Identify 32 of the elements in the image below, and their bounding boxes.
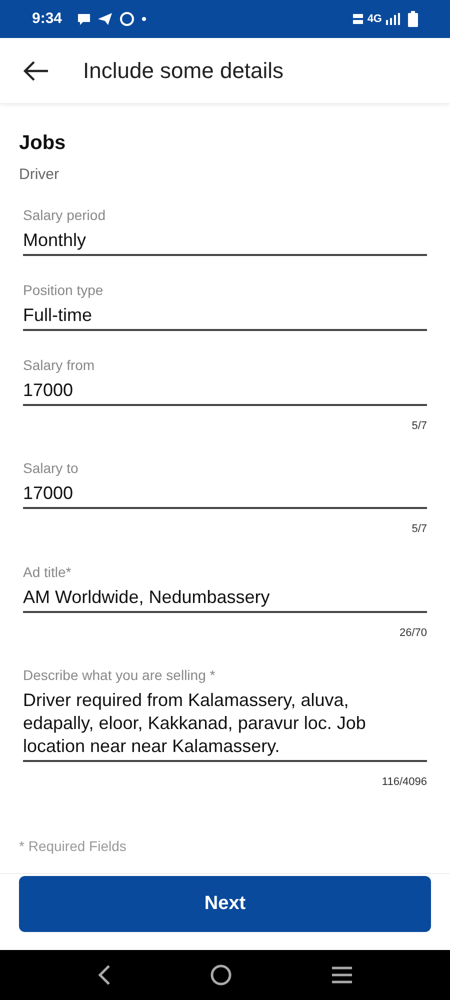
input-field[interactable]: AM Worldwide, Nedumbassery <box>23 586 427 612</box>
input-field[interactable]: 17000 <box>23 482 427 509</box>
input-field[interactable]: Driver required from Kalamassery, aluva, edapally, eloor, Kakkanad, paravur loc. Job location near near Kalamassery. <box>23 689 427 762</box>
back-arrow-icon <box>23 60 49 82</box>
input-field[interactable]: Monthly <box>23 228 427 256</box>
required-note: * Required Fields <box>19 836 128 856</box>
field-label: Describe what you are selling * <box>23 666 216 685</box>
back-nav-icon[interactable] <box>97 964 112 986</box>
home-icon[interactable] <box>210 964 232 986</box>
status-time: 9:34 <box>32 8 62 29</box>
category-subtitle: Driver <box>19 165 60 185</box>
chat-icon <box>78 14 90 24</box>
battery-icon <box>408 11 418 27</box>
paper-plane-icon <box>98 13 112 25</box>
signal-icon <box>386 13 400 25</box>
input-field[interactable]: Full-time <box>23 304 427 330</box>
category-title: Jobs <box>19 131 67 155</box>
input-field[interactable]: 17000 <box>23 378 427 406</box>
field-label: Salary from <box>23 356 96 374</box>
field-label: Salary to <box>23 459 80 478</box>
character-counter: 5/7 <box>412 418 427 434</box>
dot-icon <box>142 17 146 21</box>
network-type: 4G <box>367 12 382 27</box>
character-counter: 116/4096 <box>382 775 427 790</box>
field-label: Ad title* <box>23 562 72 582</box>
field-label: Position type <box>23 280 104 300</box>
field-label: Salary period <box>23 206 106 224</box>
menu-icon[interactable] <box>330 965 353 985</box>
character-counter: 5/7 <box>412 522 427 537</box>
screen-title: Include some details <box>83 57 284 85</box>
character-counter: 26/70 <box>399 626 427 640</box>
next-button[interactable]: Next <box>19 876 431 932</box>
